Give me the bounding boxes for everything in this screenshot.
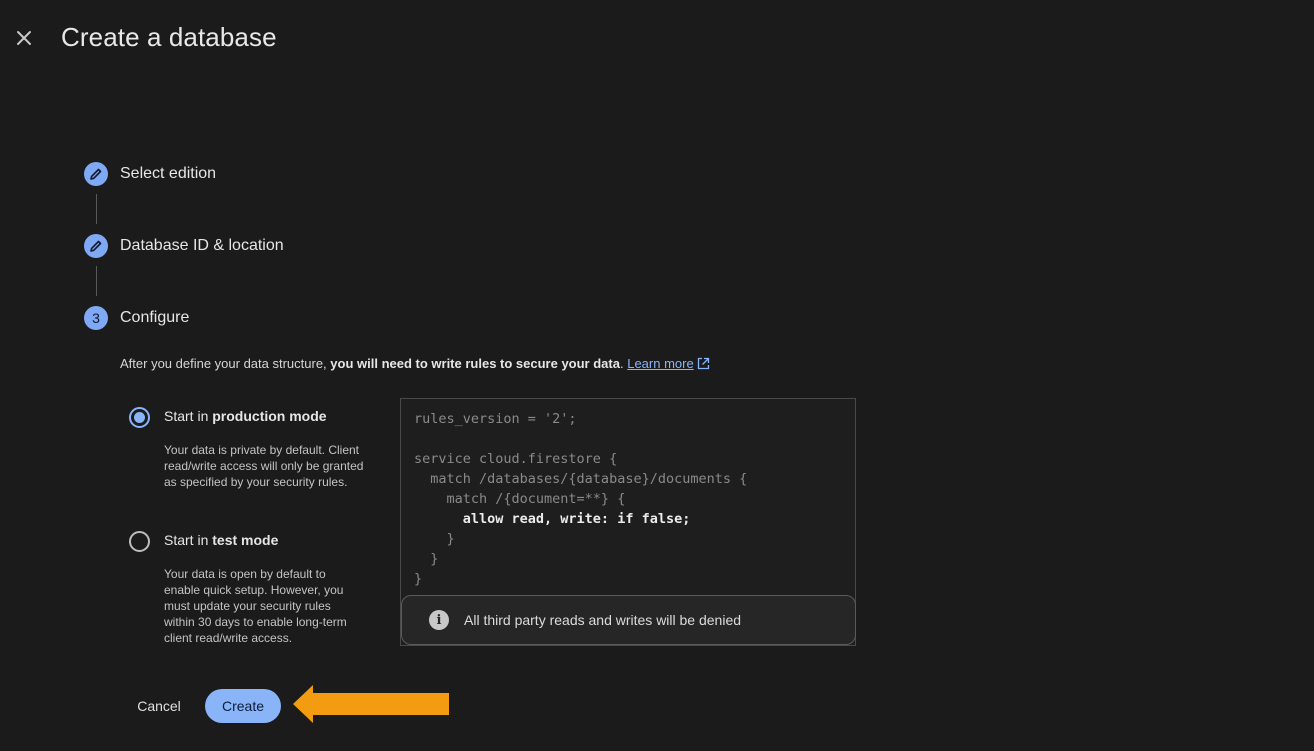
option-title: Start in test mode — [164, 532, 279, 548]
step-database-id-location[interactable]: Database ID & location — [84, 234, 284, 258]
step-label: Database ID & location — [120, 237, 284, 254]
close-button[interactable] — [12, 26, 36, 50]
security-rules-preview: rules_version = '2'; service cloud.fires… — [400, 398, 856, 646]
create-button[interactable]: Create — [205, 689, 281, 723]
step-number: 3 — [84, 306, 108, 330]
cancel-button[interactable]: Cancel — [122, 689, 196, 723]
external-link-icon — [697, 357, 709, 370]
configure-description: After you define your data structure, yo… — [120, 356, 710, 371]
code-line: } — [414, 531, 455, 547]
arrow-annotation-icon — [293, 685, 449, 723]
step-label: Configure — [120, 309, 190, 326]
create-database-page: Create a database Select edition Databas… — [0, 0, 1314, 751]
pencil-icon — [90, 240, 102, 252]
step-connector — [96, 266, 97, 296]
step-configure: 3 Configure — [84, 306, 189, 330]
info-icon: i — [429, 610, 449, 630]
code-line: } — [414, 551, 439, 567]
step-label: Select edition — [120, 165, 217, 182]
close-icon — [17, 31, 31, 45]
option-title: Start in production mode — [164, 408, 327, 424]
code-line: rules_version = '2'; — [414, 411, 577, 427]
rules-code: rules_version = '2'; service cloud.fires… — [414, 409, 747, 589]
page-title: Create a database — [61, 22, 277, 52]
pencil-icon — [90, 168, 102, 180]
code-line: match /databases/{database}/documents { — [414, 471, 748, 487]
code-line: service cloud.firestore { — [414, 451, 618, 467]
code-line: allow read, write: if false; — [414, 511, 691, 527]
step-select-edition[interactable]: Select edition — [84, 162, 216, 186]
code-line: } — [414, 571, 423, 587]
test-mode-radio[interactable] — [129, 531, 150, 552]
info-message: All third party reads and writes will be… — [464, 612, 742, 628]
option-description: Your data is private by default. Client … — [164, 443, 364, 489]
option-description: Your data is open by default to enable q… — [164, 567, 347, 645]
production-mode-radio[interactable] — [129, 407, 150, 428]
code-line: match /{document=**} { — [414, 491, 626, 507]
learn-more-link[interactable]: Learn more — [627, 356, 709, 371]
info-banner: i All third party reads and writes will … — [401, 595, 856, 645]
step-completed-indicator — [84, 234, 108, 258]
step-completed-indicator — [84, 162, 108, 186]
step-connector — [96, 194, 97, 224]
